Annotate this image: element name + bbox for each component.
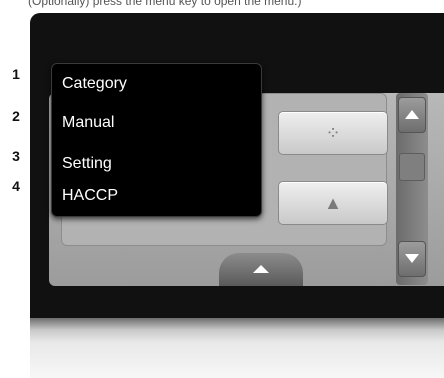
scroll-down-button[interactable] (398, 241, 426, 277)
callout-number-2: 2 (12, 108, 20, 124)
partial-caption: (Optionally) press the menu key to open … (28, 0, 302, 8)
menu-item-category[interactable]: Category (62, 69, 252, 99)
arrow-down-icon (405, 254, 419, 263)
menu-item-manual[interactable]: Manual (62, 108, 252, 138)
callout-number-3: 3 (12, 148, 20, 164)
scroll-up-button[interactable] (398, 97, 426, 133)
cake-slice-icon: ▲ (324, 193, 342, 213)
scrollbar[interactable] (396, 93, 428, 285)
oven-display-device: ⁘ ▲ Category Manual Setting HACCP (30, 13, 444, 378)
menu-item-haccp[interactable]: HACCP (62, 181, 252, 211)
arrow-up-icon (405, 110, 419, 119)
program-tile-cake[interactable]: ▲ (278, 181, 388, 225)
menu-item-setting[interactable]: Setting (62, 149, 252, 179)
ribs-icon: ⁘ (325, 123, 341, 143)
menu-toggle-tab[interactable] (219, 253, 303, 286)
dropdown-menu: Category Manual Setting HACCP (51, 63, 262, 217)
scroll-thumb[interactable] (399, 153, 425, 181)
arrow-up-icon (253, 265, 269, 273)
program-tile-ribs[interactable]: ⁘ (278, 111, 388, 155)
device-bezel-bottom (30, 318, 444, 378)
callout-number-4: 4 (12, 178, 20, 194)
callout-number-1: 1 (12, 66, 20, 82)
